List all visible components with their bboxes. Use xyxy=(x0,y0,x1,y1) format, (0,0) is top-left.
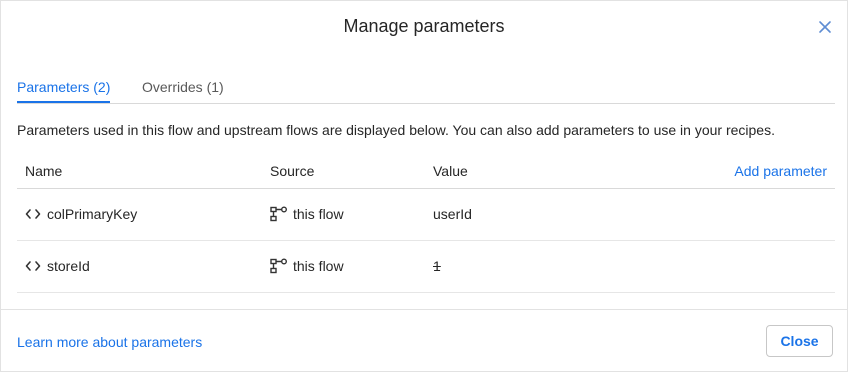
manage-parameters-dialog: Manage parameters Parameters (2) Overrid… xyxy=(0,0,848,372)
code-brackets-icon xyxy=(25,209,41,219)
dialog-title: Manage parameters xyxy=(343,16,505,36)
parameter-name-cell: storeId xyxy=(25,258,90,274)
tab-parameters[interactable]: Parameters (2) xyxy=(17,79,111,103)
parameter-source-cell: this flow xyxy=(270,258,344,274)
code-brackets-icon xyxy=(25,261,41,271)
parameter-value-overridden: 1 xyxy=(433,258,441,274)
flow-icon xyxy=(270,258,287,274)
parameter-name: storeId xyxy=(47,258,90,274)
parameter-source: this flow xyxy=(293,206,344,222)
close-icon[interactable] xyxy=(816,18,834,36)
parameters-table: Name Source Value Add parameter colPrima… xyxy=(17,153,835,293)
footer-divider xyxy=(1,309,847,310)
column-header-value: Value xyxy=(433,163,468,179)
column-header-source: Source xyxy=(270,163,315,179)
parameter-name-cell: colPrimaryKey xyxy=(25,206,137,222)
table-header: Name Source Value Add parameter xyxy=(17,153,835,189)
close-button[interactable]: Close xyxy=(766,325,833,357)
table-row[interactable]: colPrimaryKey this flow userId xyxy=(17,189,835,241)
parameter-source: this flow xyxy=(293,258,344,274)
parameter-name: colPrimaryKey xyxy=(47,206,138,222)
table-row[interactable]: storeId this flow 1 xyxy=(17,241,835,293)
column-header-name: Name xyxy=(25,163,63,179)
learn-more-link[interactable]: Learn more about parameters xyxy=(17,334,202,350)
add-parameter-link[interactable]: Add parameter xyxy=(734,163,827,179)
parameter-value: userId xyxy=(433,206,472,222)
flow-icon xyxy=(270,206,287,222)
tab-bar: Parameters (2) Overrides (1) xyxy=(17,75,835,104)
description-text: Parameters used in this flow and upstrea… xyxy=(17,122,775,138)
parameter-source-cell: this flow xyxy=(270,206,344,222)
tab-overrides[interactable]: Overrides (1) xyxy=(142,79,224,101)
